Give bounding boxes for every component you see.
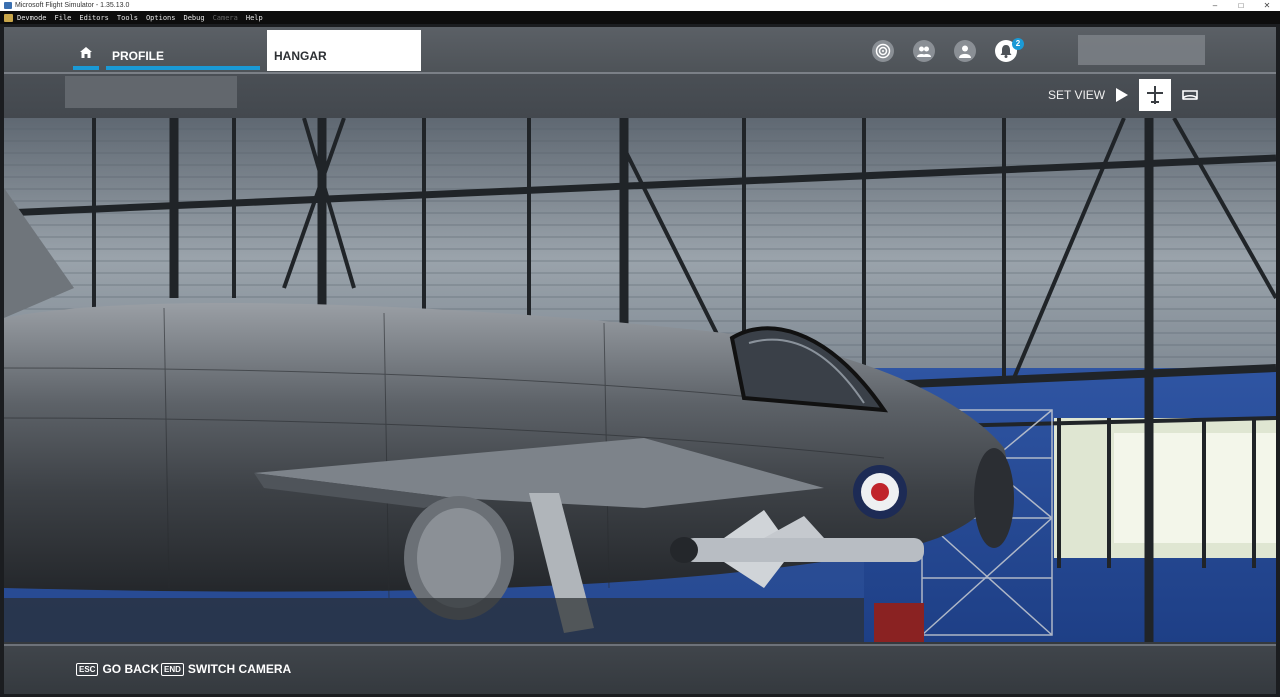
minimize-icon[interactable]: – xyxy=(1202,0,1228,11)
view-airplane-button[interactable] xyxy=(1139,79,1171,111)
hangar-subbar: SET VIEW xyxy=(4,74,1276,118)
window-title-bar: Microsoft Flight Simulator - 1.35.13.0 –… xyxy=(0,0,1280,11)
hangar-illustration xyxy=(4,118,1276,642)
menu-help[interactable]: Help xyxy=(242,14,267,22)
friends-button[interactable] xyxy=(913,40,935,62)
bottom-action-bar: ESC GO BACK END SWITCH CAMERA xyxy=(4,644,1276,694)
window-controls: – □ ✕ xyxy=(1202,0,1280,11)
simulator-frame: PROFILE HANGAR 2 SET VIEW ESC GO BACK EN… xyxy=(4,27,1276,694)
esc-key-cap: ESC xyxy=(76,662,99,676)
airplane-icon xyxy=(1147,86,1163,104)
maximize-icon[interactable]: □ xyxy=(1228,0,1254,11)
menu-options[interactable]: Options xyxy=(142,14,180,22)
activity-button[interactable] xyxy=(872,40,894,62)
close-icon[interactable]: ✕ xyxy=(1254,0,1280,11)
switch-camera-action[interactable]: END SWITCH CAMERA xyxy=(161,662,291,676)
notification-badge: 2 xyxy=(1012,38,1024,50)
aircraft-name-box xyxy=(65,76,237,108)
tab-profile-underline xyxy=(106,66,260,70)
cockpit-icon xyxy=(1182,90,1198,100)
friends-icon xyxy=(917,46,931,57)
window-title: Microsoft Flight Simulator - 1.35.13.0 xyxy=(15,2,130,9)
menu-editors[interactable]: Editors xyxy=(75,14,113,22)
home-button[interactable] xyxy=(73,27,99,72)
menu-camera[interactable]: Camera xyxy=(209,14,242,22)
set-view-label: SET VIEW xyxy=(1048,88,1106,102)
profile-name-box[interactable] xyxy=(1078,35,1205,65)
menu-tools[interactable]: Tools xyxy=(113,14,142,22)
top-navigation: PROFILE HANGAR 2 xyxy=(4,27,1276,74)
home-icon xyxy=(80,47,92,58)
tab-hangar[interactable]: HANGAR xyxy=(267,30,421,71)
tab-profile-label: PROFILE xyxy=(112,49,165,63)
user-button[interactable] xyxy=(954,40,976,62)
tab-hangar-label: HANGAR xyxy=(274,49,327,63)
view-cockpit-button[interactable] xyxy=(1174,79,1206,111)
devmode-menubar: Devmode File Editors Tools Options Debug… xyxy=(0,11,1280,24)
tab-profile[interactable]: PROFILE xyxy=(106,27,260,72)
go-back-label: GO BACK xyxy=(102,662,160,676)
app-icon xyxy=(4,2,12,9)
menu-devmode[interactable]: Devmode xyxy=(13,14,51,22)
devmode-icon xyxy=(4,13,13,22)
activity-icon xyxy=(875,43,891,59)
home-tab-underline xyxy=(73,66,99,70)
switch-camera-label: SWITCH CAMERA xyxy=(187,662,292,676)
menu-file[interactable]: File xyxy=(51,14,76,22)
play-icon xyxy=(1116,88,1128,102)
view-play-button[interactable] xyxy=(1105,79,1137,111)
hangar-aircraft-view[interactable] xyxy=(4,118,1276,642)
go-back-action[interactable]: ESC GO BACK xyxy=(76,662,159,676)
end-key-cap: END xyxy=(161,662,184,676)
user-icon xyxy=(959,45,971,58)
menu-debug[interactable]: Debug xyxy=(179,14,208,22)
